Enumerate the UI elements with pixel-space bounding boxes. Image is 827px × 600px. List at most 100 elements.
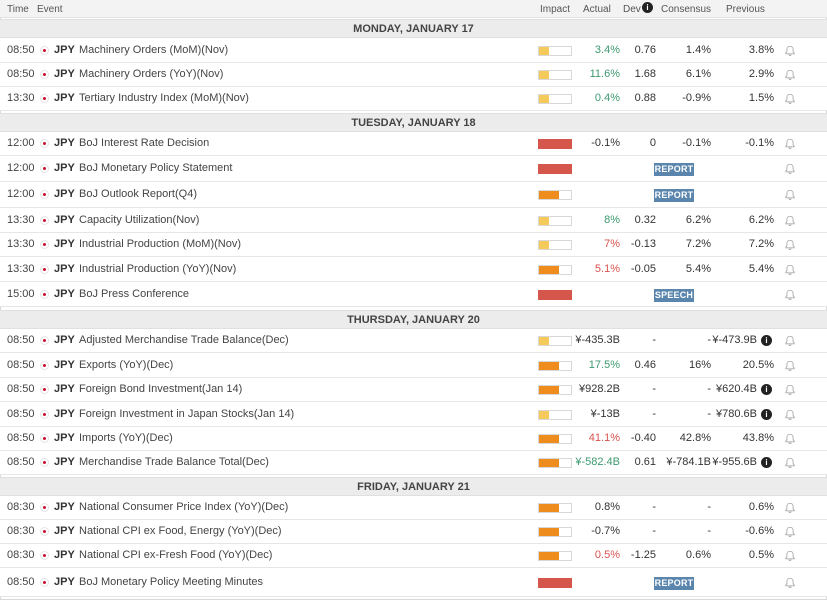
previous-value: 0.5% [748,549,774,561]
event-row[interactable]: 08:50 JPY Exports (YoY)(Dec) 17.5% 0.46 16% 20… [0,353,827,378]
event-name[interactable]: Industrial Production (MoM)(Nov) [79,238,241,250]
event-time: 13:30 [7,238,35,250]
currency-code: JPY [54,162,75,174]
bell-icon[interactable] [784,550,796,562]
event-row[interactable]: 13:30 JPY Industrial Production (YoY)(Nov)… [0,257,827,282]
header-consensus[interactable]: Consensus [661,4,711,15]
event-type-badge[interactable]: REPORT [654,163,694,176]
event-name[interactable]: Imports (YoY)(Dec) [79,432,173,444]
event-row[interactable]: 13:30 JPY Capacity Utilization(Nov) 8% 0.32 6… [0,208,827,233]
event-name[interactable]: National CPI ex-Fresh Food (YoY)(Dec) [79,549,272,561]
event-row[interactable]: 08:50 JPY Imports (YoY)(Dec) 41.1% -0.40 42.8… [0,427,827,451]
japan-flag-icon [40,139,49,148]
currency-code: JPY [54,68,75,80]
bell-icon[interactable] [784,138,796,150]
event-name[interactable]: Foreign Investment in Japan Stocks(Jan 1… [79,408,294,420]
event-row[interactable]: 08:50 JPY Foreign Bond Investment(Jan 14) ¥… [0,378,827,402]
event-name[interactable]: BoJ Monetary Policy Statement [79,162,232,174]
bell-icon[interactable] [784,335,796,347]
deviation-value: 0.46 [634,359,656,371]
event-name[interactable]: Adjusted Merchandise Trade Balance(Dec) [79,334,289,346]
event-row[interactable]: 08:30 JPY National CPI ex Food, Energy (Yo… [0,520,827,544]
previous-value: 5.4% [748,263,774,275]
event-name[interactable]: Machinery Orders (YoY)(Nov) [79,68,223,80]
event-name[interactable]: National Consumer Price Index (YoY)(Dec) [79,501,288,513]
dev-info-icon[interactable]: i [642,2,653,13]
event-name[interactable]: Exports (YoY)(Dec) [79,359,173,371]
impact-bar [538,410,572,420]
actual-value: 0.8% [594,501,620,513]
event-name[interactable]: BoJ Monetary Policy Meeting Minutes [79,576,263,588]
event-row[interactable]: 08:50 JPY Merchandise Trade Balance Total(… [0,451,827,475]
calendar-header: Time Event Impact Actual Dev i Consensus… [0,0,827,18]
event-row[interactable]: 08:50 JPY Machinery Orders (YoY)(Nov) 11.6%… [0,63,827,87]
bell-icon[interactable] [784,93,796,105]
bell-icon[interactable] [784,289,796,301]
event-row[interactable]: 13:30 JPY Tertiary Industry Index (MoM)(No… [0,87,827,111]
bell-icon[interactable] [784,189,796,201]
event-row[interactable]: 08:50 JPY Foreign Investment in Japan Stoc… [0,402,827,427]
bell-icon[interactable] [784,69,796,81]
event-name[interactable]: BoJ Press Conference [79,288,189,300]
bell-icon[interactable] [784,360,796,372]
header-actual[interactable]: Actual [583,4,611,15]
event-name[interactable]: Machinery Orders (MoM)(Nov) [79,44,228,56]
event-name[interactable]: Tertiary Industry Index (MoM)(Nov) [79,92,249,104]
deviation-value: - [652,383,656,395]
previous-value: ¥620.4B [716,383,757,395]
event-name[interactable]: National CPI ex Food, Energy (YoY)(Dec) [79,525,282,537]
bell-icon[interactable] [784,215,796,227]
event-row[interactable]: 08:30 JPY National Consumer Price Index (Y… [0,496,827,520]
deviation-value: - [652,525,656,537]
bell-icon[interactable] [784,239,796,251]
event-row[interactable]: 08:50 JPY Machinery Orders (MoM)(Nov) 3.4% 0… [0,38,827,63]
previous-info-icon[interactable]: i [761,409,772,420]
event-row[interactable]: 15:00 JPY BoJ Press Conference SPEECH [0,282,827,307]
event-row[interactable]: 08:50 JPY BoJ Monetary Policy Meeting Minu… [0,568,827,597]
event-name[interactable]: Merchandise Trade Balance Total(Dec) [79,456,269,468]
previous-info-icon[interactable]: i [761,457,772,468]
event-name[interactable]: BoJ Outlook Report(Q4) [79,188,197,200]
event-row[interactable]: 08:50 JPY Adjusted Merchandise Trade Balan… [0,329,827,353]
header-previous[interactable]: Previous [726,4,765,15]
bell-icon[interactable] [784,577,796,589]
previous-info-icon[interactable]: i [761,384,772,395]
bell-icon[interactable] [784,409,796,421]
previous-info-icon[interactable]: i [761,335,772,346]
event-row[interactable]: 13:30 JPY Industrial Production (MoM)(Nov)… [0,233,827,257]
consensus-value: - [707,525,711,537]
bell-icon[interactable] [784,502,796,514]
bell-icon[interactable] [784,45,796,57]
event-type-badge[interactable]: SPEECH [654,289,694,302]
event-row[interactable]: 12:00 JPY BoJ Monetary Policy Statement REP… [0,156,827,182]
day-header: THURSDAY, JANUARY 20 [0,310,827,329]
impact-fill [539,435,559,443]
bell-icon[interactable] [784,457,796,469]
impact-fill [539,362,559,370]
japan-flag-icon [40,164,49,173]
bell-icon[interactable] [784,433,796,445]
event-time: 08:50 [7,432,35,444]
header-impact[interactable]: Impact [540,4,570,15]
bell-icon[interactable] [784,526,796,538]
event-row[interactable]: 08:30 JPY National CPI ex-Fresh Food (YoY)… [0,544,827,568]
event-row[interactable]: 12:00 JPY BoJ Interest Rate Decision -0.1% 0… [0,132,827,156]
event-type-badge[interactable]: REPORT [654,577,694,590]
event-name[interactable]: BoJ Interest Rate Decision [79,137,209,149]
header-time[interactable]: Time [7,4,29,15]
event-row[interactable]: 12:00 JPY BoJ Outlook Report(Q4) REPORT [0,182,827,208]
day-header: TUESDAY, JANUARY 18 [0,113,827,132]
bell-icon[interactable] [784,384,796,396]
event-name[interactable]: Capacity Utilization(Nov) [79,214,199,226]
impact-bar [538,290,572,300]
impact-fill [539,291,571,299]
event-name[interactable]: Foreign Bond Investment(Jan 14) [79,383,242,395]
japan-flag-icon [40,551,49,560]
bell-icon[interactable] [784,163,796,175]
bell-icon[interactable] [784,264,796,276]
event-name[interactable]: Industrial Production (YoY)(Nov) [79,263,236,275]
header-event[interactable]: Event [37,4,63,15]
event-type-badge[interactable]: REPORT [654,189,694,202]
actual-value: 8% [604,214,620,226]
header-dev[interactable]: Dev [623,4,641,15]
